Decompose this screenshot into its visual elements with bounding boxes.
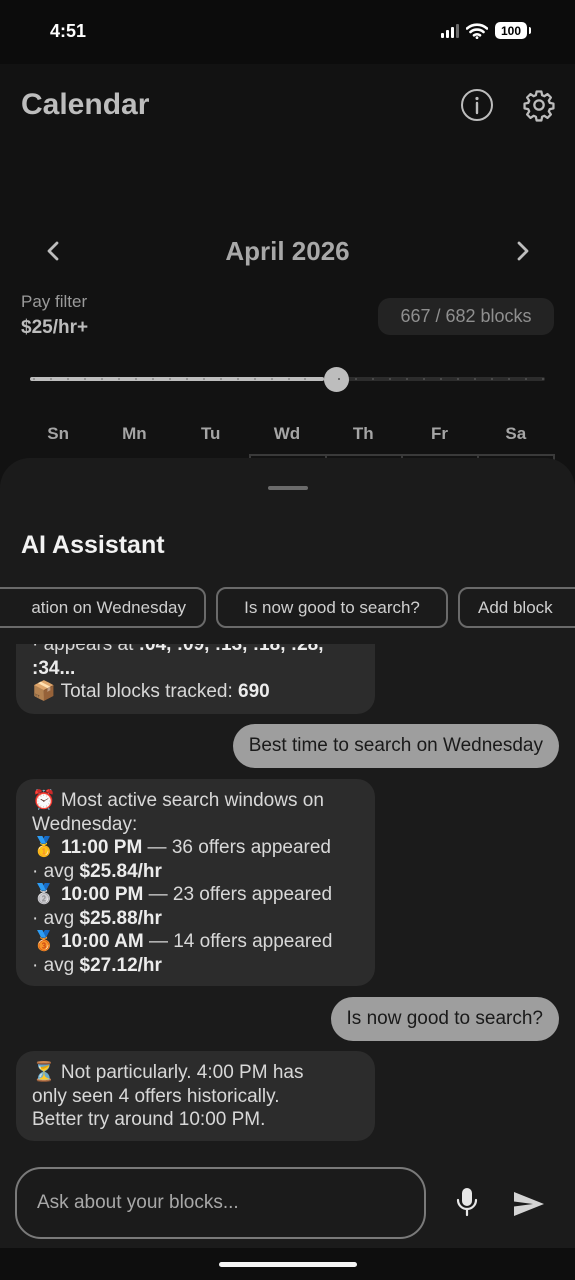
send-icon[interactable] — [511, 1189, 547, 1219]
microphone-icon[interactable] — [454, 1186, 480, 1218]
slider-tick — [169, 378, 171, 380]
slider-tick — [33, 378, 35, 380]
ai-message: · appears at :04, :09, :13, :18, :28, :3… — [16, 644, 375, 714]
suggestion-chip[interactable]: Is now good to search? — [216, 587, 448, 628]
package-icon: 📦 — [32, 681, 56, 702]
sheet-drag-handle[interactable] — [268, 486, 308, 490]
slider-tick — [135, 378, 137, 380]
slider-tick — [67, 378, 69, 380]
chat-messages: · appears at :04, :09, :13, :18, :28, :3… — [0, 644, 575, 1144]
gold-medal-icon: 🥇 — [32, 837, 56, 858]
slider-tick — [203, 378, 205, 380]
slider-tick — [406, 378, 408, 380]
slider-tick — [271, 378, 273, 380]
message-line: :34... — [32, 657, 76, 679]
home-bar — [0, 1248, 575, 1280]
bronze-medal-icon: 🥉 — [32, 931, 56, 952]
suggestion-chip[interactable]: Add block — [458, 587, 575, 628]
calendar-screen: Calendar April 2026 Pay filter $25/hr+ 6… — [0, 64, 575, 484]
slider-tick — [474, 378, 476, 380]
slider-tick — [440, 378, 442, 380]
home-indicator[interactable] — [219, 1262, 357, 1267]
screen: 4:51 100 Calendar April 2026 Pay filter … — [0, 0, 575, 1280]
slider-tick — [101, 378, 103, 380]
message-line: · avg $25.84/hr — [32, 860, 162, 882]
pay-filter-slider[interactable] — [30, 367, 545, 392]
message-line: only seen 4 offers historically. — [32, 1085, 280, 1107]
weekday-label: Sa — [505, 424, 527, 443]
slider-tick — [389, 378, 391, 380]
message-composer — [15, 1167, 426, 1239]
message-line: 🥉 10:00 AM — 14 offers appeared — [32, 931, 333, 952]
chevron-right-icon[interactable] — [510, 236, 536, 266]
sheet-title: AI Assistant — [21, 531, 165, 559]
silver-medal-icon: 🥈 — [32, 884, 56, 905]
pay-filter-label: Pay filter — [21, 292, 88, 311]
slider-tick — [186, 378, 188, 380]
weekday-header: Sn Mn Tu Wd Th Fr Sa — [20, 424, 554, 444]
slider-tick — [525, 378, 527, 380]
slider-tick — [237, 378, 239, 380]
user-message: Best time to search on Wednesday — [232, 724, 559, 768]
blocks-count-badge: 667 / 682 blocks — [378, 298, 554, 335]
slider-tick — [457, 378, 459, 380]
battery-icon: 100 — [495, 22, 531, 39]
message-line: · appears at :04, :09, :13, :18, :28, — [32, 644, 324, 655]
slider-tick — [84, 378, 86, 380]
slider-tick — [152, 378, 154, 380]
slider-tick — [220, 378, 222, 380]
ai-message: ⏰ Most active search windows on Wednesda… — [16, 779, 375, 986]
status-bar: 4:51 100 — [0, 0, 575, 64]
suggestion-chips: ation on Wednesday Is now good to search… — [0, 587, 575, 628]
wifi-icon — [466, 22, 488, 39]
month-navigation: April 2026 — [0, 232, 575, 272]
cellular-signal-icon — [441, 23, 459, 38]
gear-icon[interactable] — [522, 88, 556, 122]
month-label: April 2026 — [225, 236, 350, 266]
slider-tick — [304, 378, 306, 380]
message-line: 🥇 11:00 PM — 36 offers appeared — [32, 837, 332, 858]
slider-tick — [288, 378, 290, 380]
slider-tick — [254, 378, 256, 380]
message-line: 🥈 10:00 PM — 23 offers appeared — [32, 884, 333, 905]
slider-tick — [50, 378, 52, 380]
message-line: Better try around 10:00 PM. — [32, 1109, 266, 1130]
slider-tick — [118, 378, 120, 380]
weekday-label: Sn — [47, 424, 69, 443]
status-time: 4:51 — [50, 21, 87, 41]
slider-tick — [491, 378, 493, 380]
slider-tick — [372, 378, 374, 380]
slider-tick — [338, 378, 340, 380]
message-line: ⏳ Not particularly. 4:00 PM has — [32, 1062, 304, 1083]
message-line: · avg $25.88/hr — [32, 907, 162, 929]
message-input[interactable] — [37, 1192, 407, 1214]
slider-tick — [508, 378, 510, 380]
message-line: Wednesday: — [32, 813, 138, 835]
weekday-label: Mn — [122, 424, 147, 443]
message-line: · avg $27.12/hr — [32, 954, 162, 976]
slider-thumb[interactable] — [324, 367, 349, 392]
weekday-label: Th — [352, 424, 374, 443]
message-line: 📦 Total blocks tracked: 690 — [32, 681, 270, 702]
slider-tick — [423, 378, 425, 380]
pay-filter-value: $25/hr+ — [21, 317, 89, 338]
ai-message: ⏳ Not particularly. 4:00 PM has only see… — [16, 1051, 375, 1141]
suggestion-chip[interactable]: ation on Wednesday — [0, 587, 206, 628]
ai-assistant-sheet: AI Assistant ation on Wednesday Is now g… — [0, 458, 575, 1280]
user-message: Is now good to search? — [330, 997, 559, 1041]
message-line: ⏰ Most active search windows on — [32, 790, 324, 811]
weekday-label: Wd — [273, 424, 301, 443]
slider-fill — [30, 377, 324, 381]
status-icons: 100 — [441, 22, 531, 39]
info-icon[interactable] — [460, 88, 494, 122]
page-title: Calendar — [21, 88, 150, 121]
weekday-label: Fr — [431, 424, 449, 443]
weekday-label: Tu — [200, 424, 221, 443]
slider-tick — [355, 378, 357, 380]
slider-tick — [542, 378, 544, 380]
